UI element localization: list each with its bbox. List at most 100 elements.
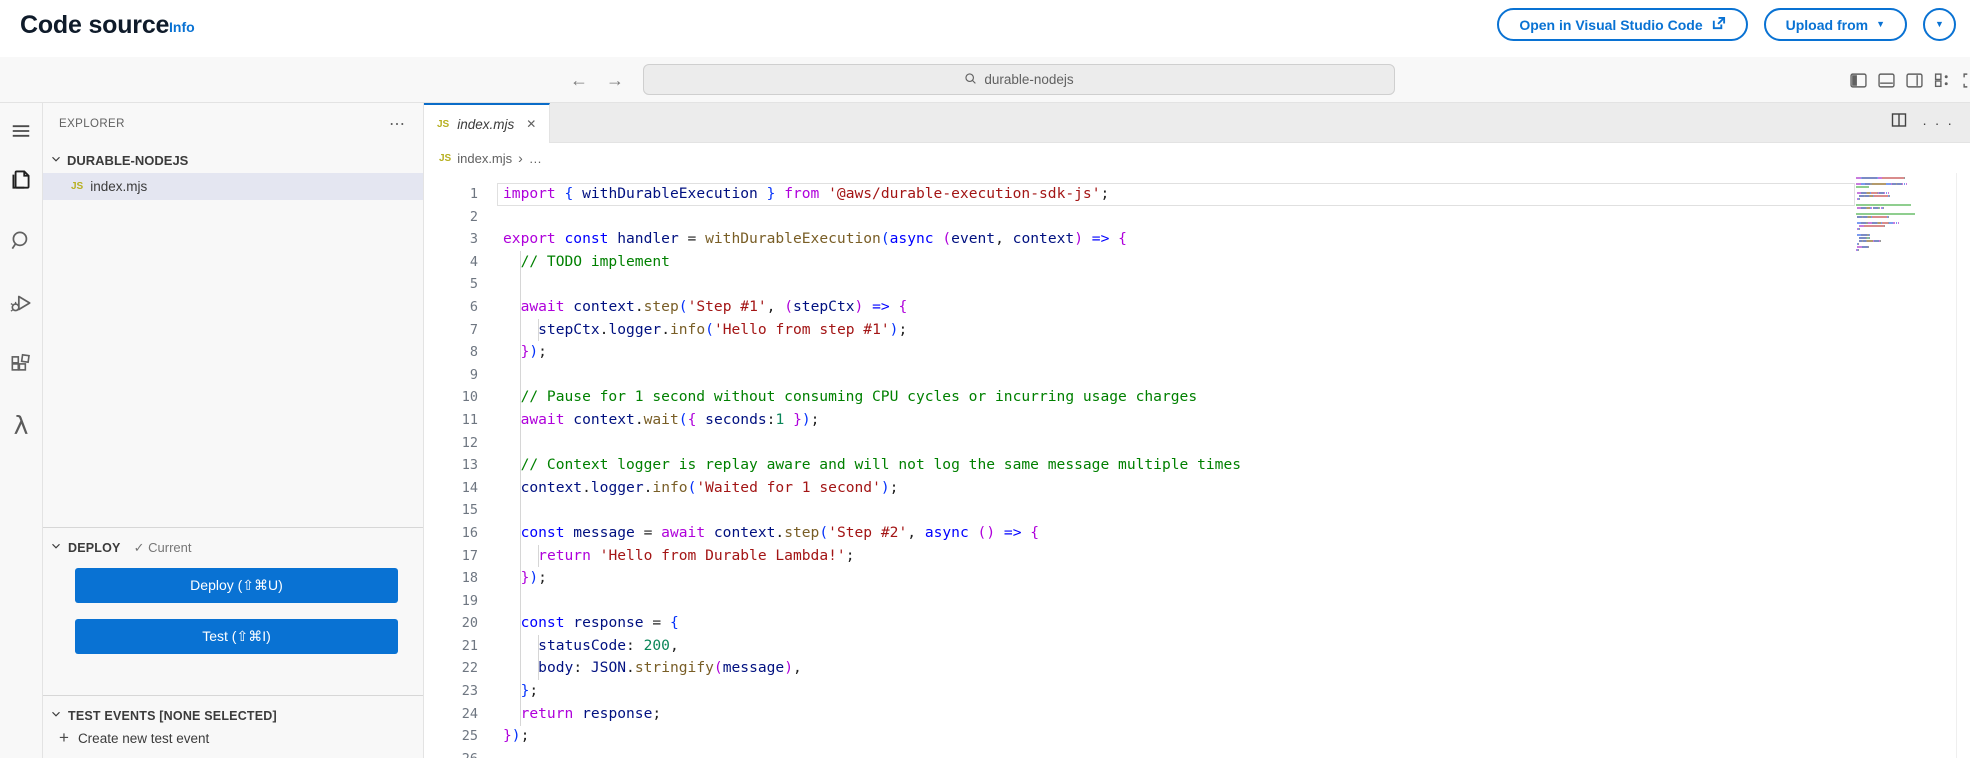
code-line[interactable]: // TODO implement bbox=[503, 251, 670, 274]
menu-icon[interactable] bbox=[0, 111, 42, 151]
code-line-row[interactable]: 21 statusCode: 200, bbox=[424, 635, 1970, 658]
code-line-row[interactable]: 19 bbox=[424, 590, 1970, 613]
create-new-test-event-label: Create new test event bbox=[78, 731, 209, 746]
code-line[interactable]: }; bbox=[503, 680, 538, 703]
caret-down-icon: ▼ bbox=[1876, 20, 1885, 29]
code-line-row[interactable]: 24 return response; bbox=[424, 703, 1970, 726]
more-actions-icon[interactable]: ⋯ bbox=[389, 114, 407, 134]
line-number: 1 bbox=[424, 183, 503, 206]
tree-file-index-mjs[interactable]: JS index.mjs bbox=[43, 173, 423, 200]
line-number: 4 bbox=[424, 251, 503, 274]
caret-down-icon: ▼ bbox=[1935, 20, 1944, 29]
code-line-row[interactable]: 14 context.logger.info('Waited for 1 sec… bbox=[424, 477, 1970, 500]
code-line-row[interactable]: 15 bbox=[424, 499, 1970, 522]
code-line-row[interactable]: 9 bbox=[424, 364, 1970, 387]
extensions-icon[interactable] bbox=[0, 345, 42, 385]
code-line-row[interactable]: 12 bbox=[424, 432, 1970, 455]
code-line-row[interactable]: 11 await context.wait({ seconds:1 }); bbox=[424, 409, 1970, 432]
page-title: Code source bbox=[20, 11, 169, 40]
line-number: 24 bbox=[424, 703, 503, 726]
code-line-row[interactable]: 13 // Context logger is replay aware and… bbox=[424, 454, 1970, 477]
code-line-row[interactable]: 20 const response = { bbox=[424, 612, 1970, 635]
more-actions-icon[interactable]: · · · bbox=[1922, 115, 1954, 131]
line-number: 13 bbox=[424, 454, 503, 477]
code-line-row[interactable]: 23 }; bbox=[424, 680, 1970, 703]
code-editor[interactable]: 1import { withDurableExecution } from '@… bbox=[424, 173, 1970, 758]
deploy-section: DEPLOY ✓ Current Deploy (⇧⌘U) Test (⇧⌘I) bbox=[43, 527, 423, 695]
code-line[interactable]: return response; bbox=[503, 703, 661, 726]
code-line-row[interactable]: 2 bbox=[424, 206, 1970, 229]
code-line-row[interactable]: 18 }); bbox=[424, 567, 1970, 590]
customize-layout-icon[interactable] bbox=[1934, 72, 1951, 89]
scrollbar[interactable] bbox=[1956, 173, 1957, 758]
search-icon[interactable] bbox=[0, 221, 42, 261]
code-line[interactable]: await context.wait({ seconds:1 }); bbox=[503, 409, 819, 432]
chevron-down-icon[interactable] bbox=[49, 539, 63, 556]
deploy-button[interactable]: Deploy (⇧⌘U) bbox=[75, 568, 398, 603]
code-line[interactable]: await context.step('Step #1', (stepCtx) … bbox=[503, 296, 907, 319]
code-line[interactable]: import { withDurableExecution } from '@a… bbox=[503, 183, 1109, 206]
run-debug-icon[interactable] bbox=[0, 283, 42, 323]
header: Code source Info Open in Visual Studio C… bbox=[0, 0, 1970, 57]
breadcrumb[interactable]: JS index.mjs › … bbox=[424, 143, 1970, 173]
code-line-row[interactable]: 22 body: JSON.stringify(message), bbox=[424, 657, 1970, 680]
code-line[interactable]: body: JSON.stringify(message), bbox=[503, 657, 802, 680]
code-line-row[interactable]: 25}); bbox=[424, 725, 1970, 748]
code-line[interactable]: const response = { bbox=[503, 612, 679, 635]
code-line[interactable]: stepCtx.logger.info('Hello from step #1'… bbox=[503, 319, 907, 342]
tree-folder-durable-nodejs[interactable]: DURABLE-NODEJS bbox=[43, 147, 423, 173]
code-line[interactable]: export const handler = withDurableExecut… bbox=[503, 228, 1127, 251]
line-number: 11 bbox=[424, 409, 503, 432]
code-line-row[interactable]: 6 await context.step('Step #1', (stepCtx… bbox=[424, 296, 1970, 319]
test-events-section: TEST EVENTS [NONE SELECTED] + Create new… bbox=[43, 695, 423, 758]
code-line[interactable]: context.logger.info('Waited for 1 second… bbox=[503, 477, 898, 500]
search-input[interactable]: durable-nodejs bbox=[643, 64, 1395, 95]
line-number: 21 bbox=[424, 635, 503, 658]
code-line-row[interactable]: 1import { withDurableExecution } from '@… bbox=[424, 183, 1970, 206]
code-line[interactable]: return 'Hello from Durable Lambda!'; bbox=[503, 545, 854, 568]
files-explorer-icon[interactable] bbox=[0, 159, 42, 199]
code-line-row[interactable]: 4 // TODO implement bbox=[424, 251, 1970, 274]
toggle-secondary-sidebar-icon[interactable] bbox=[1906, 72, 1923, 89]
create-new-test-event[interactable]: + Create new test event bbox=[59, 728, 209, 748]
more-actions-menu-button[interactable]: ▼ bbox=[1923, 8, 1956, 41]
code-line-row[interactable]: 3export const handler = withDurableExecu… bbox=[424, 228, 1970, 251]
toggle-primary-sidebar-icon[interactable] bbox=[1850, 72, 1867, 89]
breadcrumb-file[interactable]: index.mjs bbox=[457, 151, 512, 166]
code-line[interactable]: }); bbox=[503, 341, 547, 364]
code-line-row[interactable]: 10 // Pause for 1 second without consumi… bbox=[424, 386, 1970, 409]
minimap[interactable] bbox=[1856, 177, 1940, 255]
code-line[interactable]: statusCode: 200, bbox=[503, 635, 679, 658]
aws-lambda-icon[interactable]: λ bbox=[0, 405, 42, 445]
code-line[interactable]: // Context logger is replay aware and wi… bbox=[503, 454, 1241, 477]
test-events-title[interactable]: TEST EVENTS [NONE SELECTED] bbox=[68, 709, 277, 723]
breadcrumb-more[interactable]: … bbox=[529, 151, 542, 166]
code-line[interactable]: }); bbox=[503, 725, 529, 748]
back-arrow-icon[interactable]: ← bbox=[570, 70, 588, 91]
upload-from-button[interactable]: Upload from ▼ bbox=[1764, 8, 1907, 41]
code-line[interactable]: // Pause for 1 second without consuming … bbox=[503, 386, 1197, 409]
split-editor-icon[interactable] bbox=[1891, 112, 1907, 133]
deploy-section-title[interactable]: DEPLOY bbox=[68, 541, 121, 555]
code-line-row[interactable]: 26 bbox=[424, 748, 1970, 758]
code-line-row[interactable]: 17 return 'Hello from Durable Lambda!'; bbox=[424, 545, 1970, 568]
code-line-row[interactable]: 5 bbox=[424, 273, 1970, 296]
toggle-panel-icon[interactable] bbox=[1878, 72, 1895, 89]
tab-index-mjs[interactable]: JS index.mjs ✕ bbox=[424, 103, 550, 143]
chevron-down-icon[interactable] bbox=[49, 707, 63, 724]
open-in-vscode-button[interactable]: Open in Visual Studio Code bbox=[1497, 8, 1747, 41]
code-line-row[interactable]: 8 }); bbox=[424, 341, 1970, 364]
code-line-row[interactable]: 16 const message = await context.step('S… bbox=[424, 522, 1970, 545]
chevron-right-icon: › bbox=[518, 150, 523, 166]
code-line[interactable]: }); bbox=[503, 567, 547, 590]
search-value: durable-nodejs bbox=[984, 72, 1073, 87]
info-link[interactable]: Info bbox=[169, 19, 195, 35]
close-icon[interactable]: ✕ bbox=[526, 117, 536, 131]
clipped-icon[interactable] bbox=[1962, 72, 1970, 89]
line-number: 18 bbox=[424, 567, 503, 590]
code-line-row[interactable]: 7 stepCtx.logger.info('Hello from step #… bbox=[424, 319, 1970, 342]
code-line[interactable]: const message = await context.step('Step… bbox=[503, 522, 1039, 545]
test-button[interactable]: Test (⇧⌘I) bbox=[75, 619, 398, 654]
forward-arrow-icon[interactable]: → bbox=[606, 70, 624, 91]
line-number: 3 bbox=[424, 228, 503, 251]
